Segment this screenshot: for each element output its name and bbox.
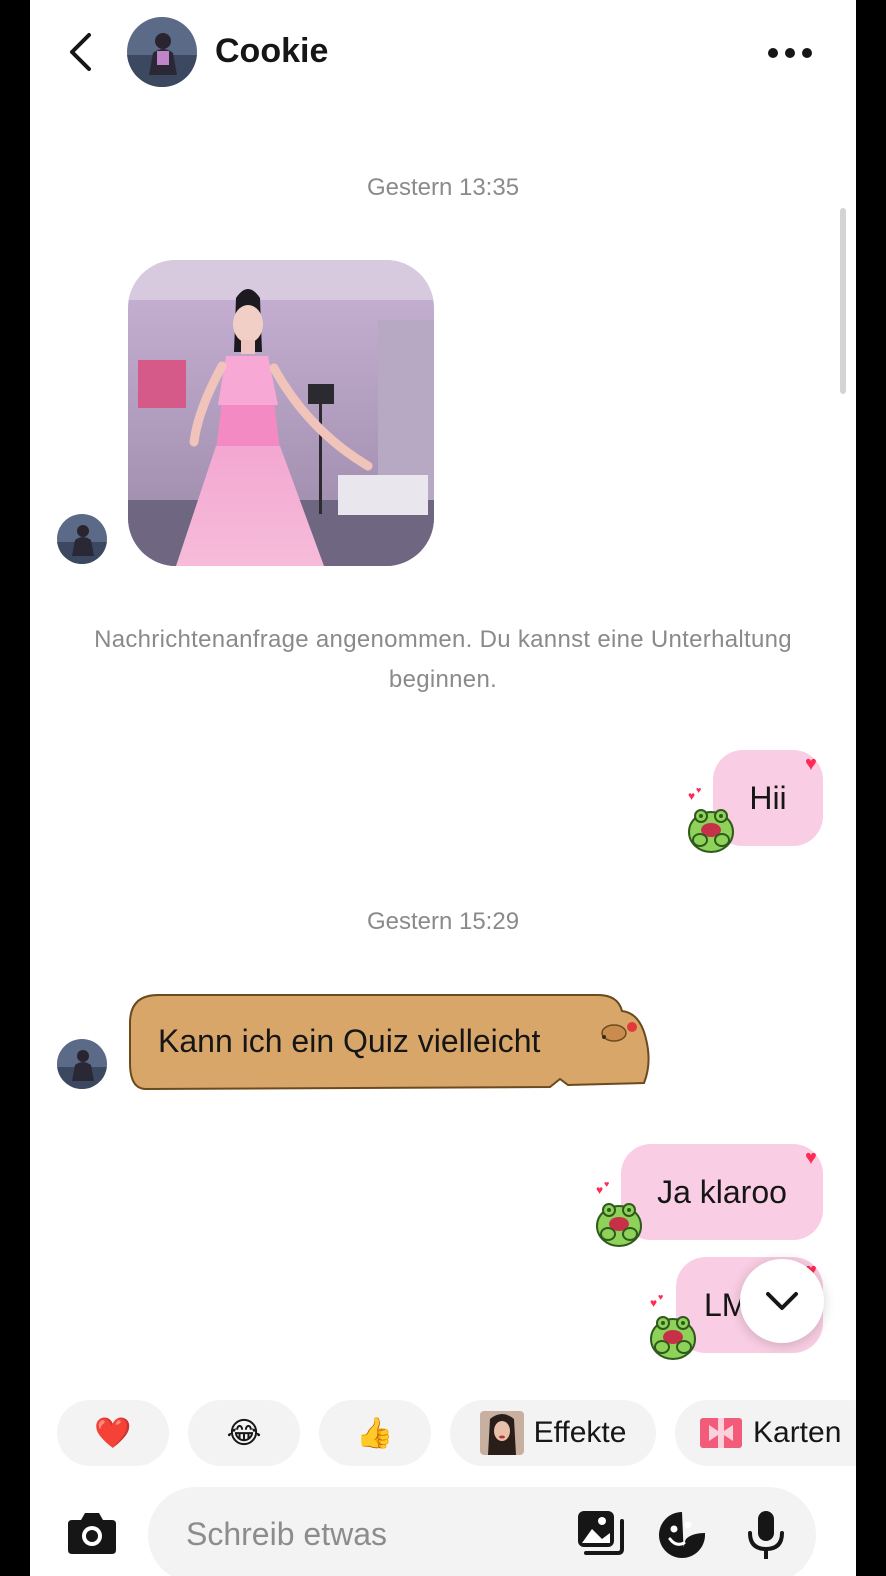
message-input-placeholder: Schreib etwas <box>186 1516 387 1552</box>
image-gallery-icon <box>578 1511 624 1555</box>
message-text: Kann ich ein Quiz vielleicht <box>158 1023 541 1059</box>
timestamp: Gestern 13:35 <box>366 174 520 201</box>
heart-decoration-icon: ♥ <box>805 1147 817 1169</box>
scrollbar[interactable] <box>840 208 846 394</box>
more-options-button[interactable] <box>765 36 815 70</box>
laughing-emoji-icon: 😂 <box>226 1416 262 1450</box>
camera-button[interactable] <box>66 1508 118 1558</box>
scroll-to-bottom-button[interactable] <box>740 1259 824 1343</box>
sticker-icon <box>659 1512 705 1558</box>
contact-avatar[interactable] <box>127 17 197 87</box>
effects-chip[interactable]: Effekte <box>450 1400 656 1466</box>
sticker-button[interactable] <box>656 1509 708 1561</box>
frog-sticker-icon: ♥ ♥ <box>596 1179 642 1247</box>
svg-text:♥: ♥ <box>596 1183 603 1197</box>
microphone-icon <box>748 1511 784 1559</box>
camera-icon <box>68 1513 116 1554</box>
svg-text:♥: ♥ <box>650 1296 657 1310</box>
quick-reaction-laugh[interactable]: 😂 <box>188 1400 300 1466</box>
more-icon-dot <box>785 48 795 58</box>
message-text: Ja klaroo <box>657 1173 787 1210</box>
cards-chip[interactable]: Karten <box>675 1400 856 1466</box>
cards-label: Karten <box>753 1416 842 1449</box>
voice-message-button[interactable] <box>740 1509 792 1561</box>
message-text: Hii <box>749 779 787 816</box>
sender-avatar[interactable] <box>57 1039 107 1089</box>
chevron-down-icon <box>766 1292 798 1310</box>
quick-reaction-thumbs-up[interactable]: 👍 <box>319 1400 431 1466</box>
more-icon-dot <box>802 48 812 58</box>
svg-text:♥: ♥ <box>604 1179 609 1189</box>
back-button[interactable] <box>60 30 100 74</box>
gallery-button[interactable] <box>574 1509 626 1561</box>
quick-reaction-heart[interactable]: ❤️ <box>57 1400 169 1466</box>
frog-sticker-icon: ♥ ♥ <box>688 785 734 853</box>
frog-sticker-icon: ♥ ♥ <box>650 1292 696 1360</box>
received-message-bubble[interactable]: Kann ich ein Quiz vielleicht <box>128 993 654 1091</box>
chevron-left-icon <box>70 33 91 71</box>
more-icon-dot <box>768 48 778 58</box>
heart-emoji-icon: ❤️ <box>94 1416 132 1450</box>
shared-video-thumbnail[interactable] <box>128 260 434 566</box>
system-message: Nachrichtenanfrage angenommen. Du kannst… <box>94 626 792 693</box>
chat-screen: Cookie Gestern 13:35 Nachrichtenanfrage … <box>30 0 856 1576</box>
svg-text:♥: ♥ <box>696 785 701 795</box>
contact-name[interactable]: Cookie <box>215 32 328 71</box>
message-input[interactable]: Schreib etwas <box>148 1487 816 1576</box>
svg-text:♥: ♥ <box>658 1292 663 1302</box>
effects-label: Effekte <box>533 1416 627 1449</box>
timestamp: Gestern 15:29 <box>366 908 520 935</box>
sender-avatar[interactable] <box>57 514 107 564</box>
sent-message-bubble[interactable]: Ja klaroo <box>621 1144 823 1240</box>
heart-decoration-icon: ♥ <box>805 753 817 775</box>
gift-card-icon <box>700 1418 742 1448</box>
thumbs-up-emoji-icon: 👍 <box>356 1416 394 1450</box>
svg-text:♥: ♥ <box>688 789 695 803</box>
effects-thumbnail-icon <box>479 1411 524 1455</box>
